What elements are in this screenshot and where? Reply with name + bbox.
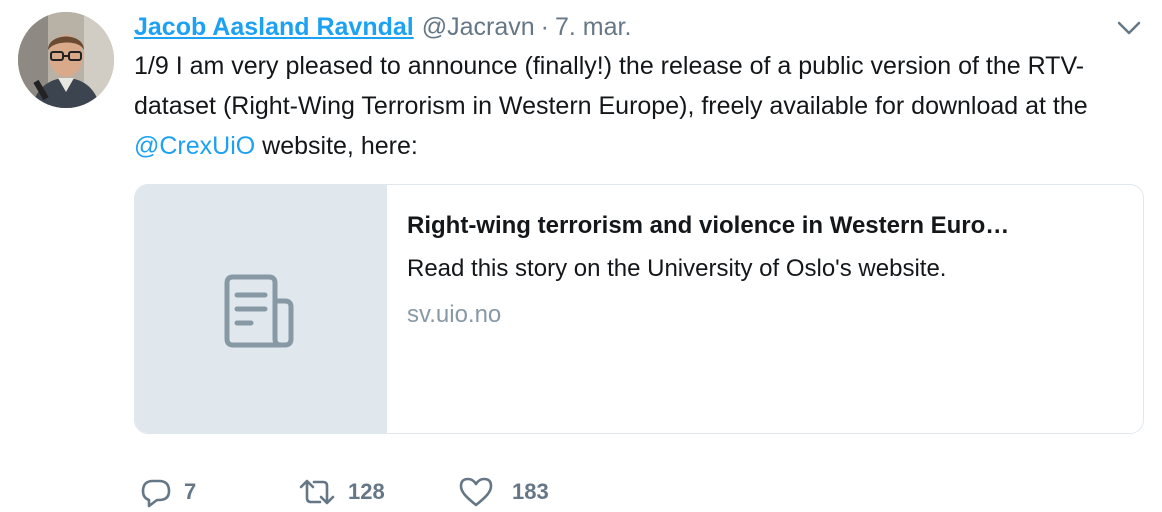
document-icon	[224, 274, 294, 348]
card-body: Right-wing terrorism and violence in Wes…	[407, 205, 1109, 337]
tweet-text-part: website, here:	[255, 132, 418, 160]
tweet-date[interactable]: 7. mar.	[555, 13, 631, 41]
card-domain: sv.uio.no	[407, 301, 502, 328]
tweet-header: Jacob Aasland Ravndal @Jacravn · 7. mar.	[134, 10, 631, 46]
tweet-text: 1/9 I am very pleased to announce (final…	[134, 46, 1144, 166]
tweet-text-part: 1/9 I am very pleased to announce (final…	[134, 52, 1088, 120]
author-handle[interactable]: @Jacravn	[422, 13, 535, 41]
like-count: 183	[512, 479, 549, 504]
mention-link[interactable]: @CrexUiO	[134, 132, 255, 160]
separator-dot: ·	[540, 13, 549, 41]
card-title: Right-wing terrorism and violence in Wes…	[407, 212, 1010, 239]
reply-count: 7	[184, 479, 197, 504]
avatar[interactable]	[18, 12, 114, 108]
avatar-photo	[18, 12, 114, 108]
author-name[interactable]: Jacob Aasland Ravndal	[134, 13, 414, 41]
like-button[interactable]: 183	[458, 472, 549, 512]
retweet-count: 128	[348, 479, 385, 504]
retweet-icon	[299, 479, 335, 505]
card-description: Read this story on the University of Osl…	[407, 255, 947, 282]
reply-button[interactable]: 7	[140, 472, 196, 512]
card-media	[135, 185, 387, 433]
reply-icon	[141, 479, 171, 508]
retweet-button[interactable]: 128	[298, 472, 385, 512]
link-card[interactable]: Right-wing terrorism and violence in Wes…	[134, 184, 1144, 434]
heart-icon	[459, 477, 493, 507]
chevron-down-icon[interactable]	[1116, 18, 1142, 38]
